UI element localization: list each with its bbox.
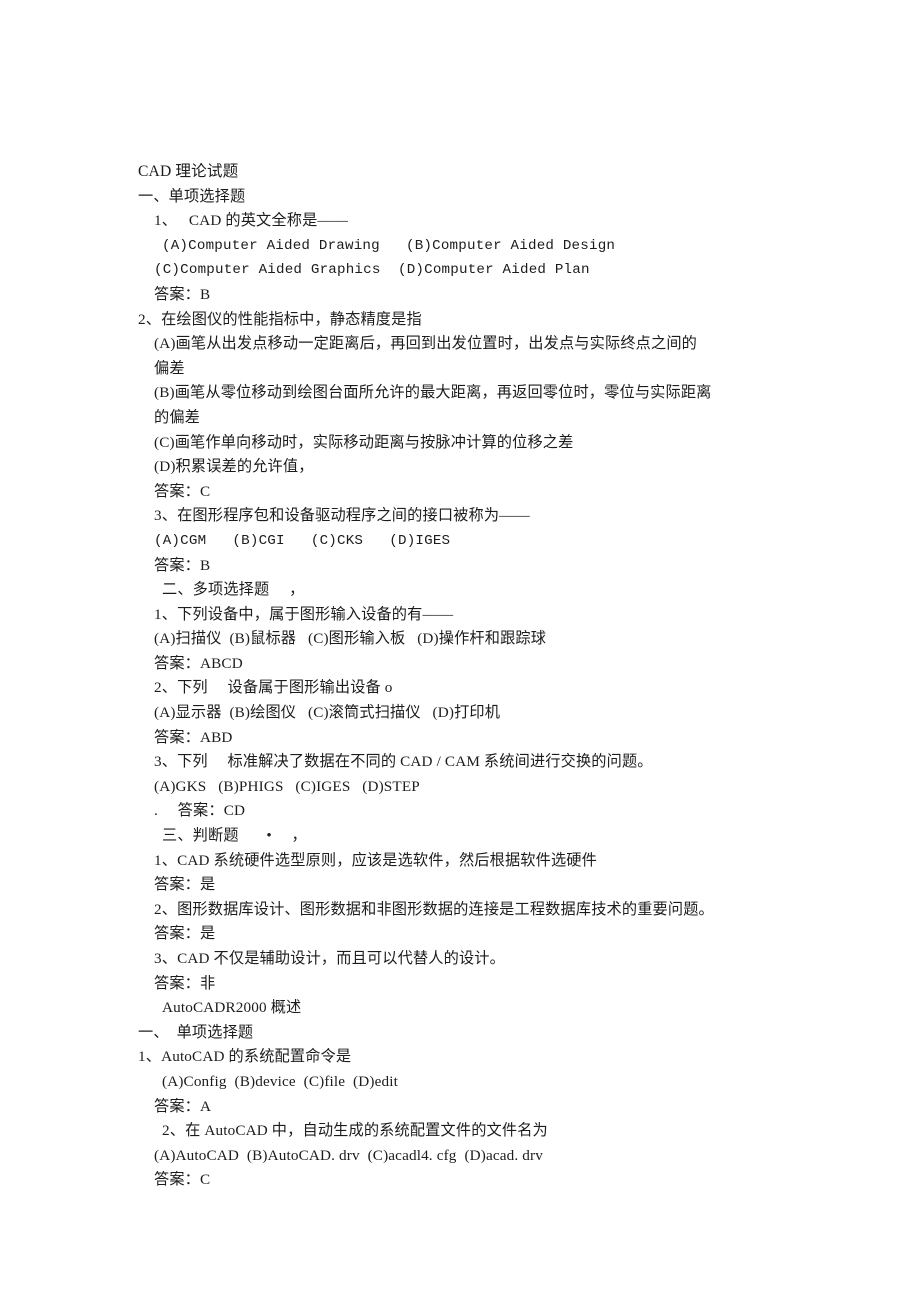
document-line: 答案：B [154,285,211,303]
document-line: (A)画笔从出发点移动一定距离后，再回到出发位置时，出发点与实际终点之间的 [154,335,698,353]
document-line: (B)画笔从零位移动到绘图台面所允许的最大距离，再返回零位时，零位与实际距离 [154,384,712,402]
document-line: 答案：A [154,1097,212,1115]
document-line: (A)GKS (B)PHIGS (C)IGES (D)STEP [154,777,420,795]
document-line: 偏差 [154,359,185,377]
document-line: 答案：C [154,482,211,500]
document-line: 答案：ABCD [154,654,243,672]
document-line: 答案：是 [154,925,216,943]
document-line: (A)扫描仪 (B)鼠标器 (C)图形输入板 (D)操作杆和跟踪球 [154,630,547,648]
document-line: (A)AutoCAD (B)AutoCAD. drv (C)acadl4. cf… [154,1146,543,1164]
document-line: 三、判断题 • ， [162,827,307,845]
document-line: 3、下列 标准解决了数据在不同的 CAD / CAM 系统间进行交换的问题。 [154,753,653,771]
document-line: (C)画笔作单向移动时，实际移动距离与按脉冲计算的位移之差 [154,433,574,451]
document-line: AutoCADR2000 概述 [162,999,302,1017]
document-line: 一、 单项选择题 [138,1023,254,1041]
document-line: (A)Config (B)device (C)file (D)edit [162,1072,398,1090]
document-line: 答案：是 [154,876,216,894]
document-line: (A)CGM (B)CGI (C)CKS (D)IGES [154,532,451,549]
document-line: 1、下列设备中，属于图形输入设备的有—— [154,605,454,623]
document-line: 的偏差 [154,408,201,426]
document-line: 一、单项选择题 [138,187,246,205]
document-line: 答案：C [154,1171,211,1189]
document-line: 2、下列 设备属于图形输出设备 o [154,679,393,697]
document-line: 3、在图形程序包和设备驱动程序之间的接口被称为—— [154,507,530,525]
document-line: 1、AutoCAD 的系统配置命令是 [138,1048,352,1066]
document-line: (C)Computer Aided Graphics (D)Computer A… [154,262,590,279]
document-page: CAD 理论试题 一、单项选择题 1、 CAD 的英文全称是—— (A)Compute… [0,0,920,1302]
document-line: (A)Computer Aided Drawing (B)Computer Ai… [162,237,616,254]
document-line: 二、多项选择题 ， [162,581,305,599]
document-line: (D)积累误差的允许值， [154,458,314,476]
document-line: 答案：B [154,556,211,574]
document-line: 1、 CAD 的英文全称是—— [154,212,349,230]
document-line: 1、CAD 系统硬件选型原则，应该是选软件，然后根据软件选硬件 [154,851,597,869]
document-line: 答案：ABD [154,728,233,746]
document-line: 2、在 AutoCAD 中，自动生成的系统配置文件的文件名为 [162,1122,548,1140]
document-line: (A)显示器 (B)绘图仪 (C)滚筒式扫描仪 (D)打印机 [154,704,501,722]
document-line: 2、图形数据库设计、图形数据和非图形数据的连接是工程数据库技术的重要问题。 [154,900,714,918]
document-text-body: CAD 理论试题 一、单项选择题 1、 CAD 的英文全称是—— (A)Compute… [138,160,838,1193]
document-line: . 答案：CD [154,802,246,820]
document-line: 答案：非 [154,974,216,992]
document-title-line: CAD 理论试题 [138,163,239,180]
document-line: 3、CAD 不仅是辅助设计，而且可以代替人的设计。 [154,950,505,967]
document-line: 2、在绘图仪的性能指标中，静态精度是指 [138,310,422,328]
